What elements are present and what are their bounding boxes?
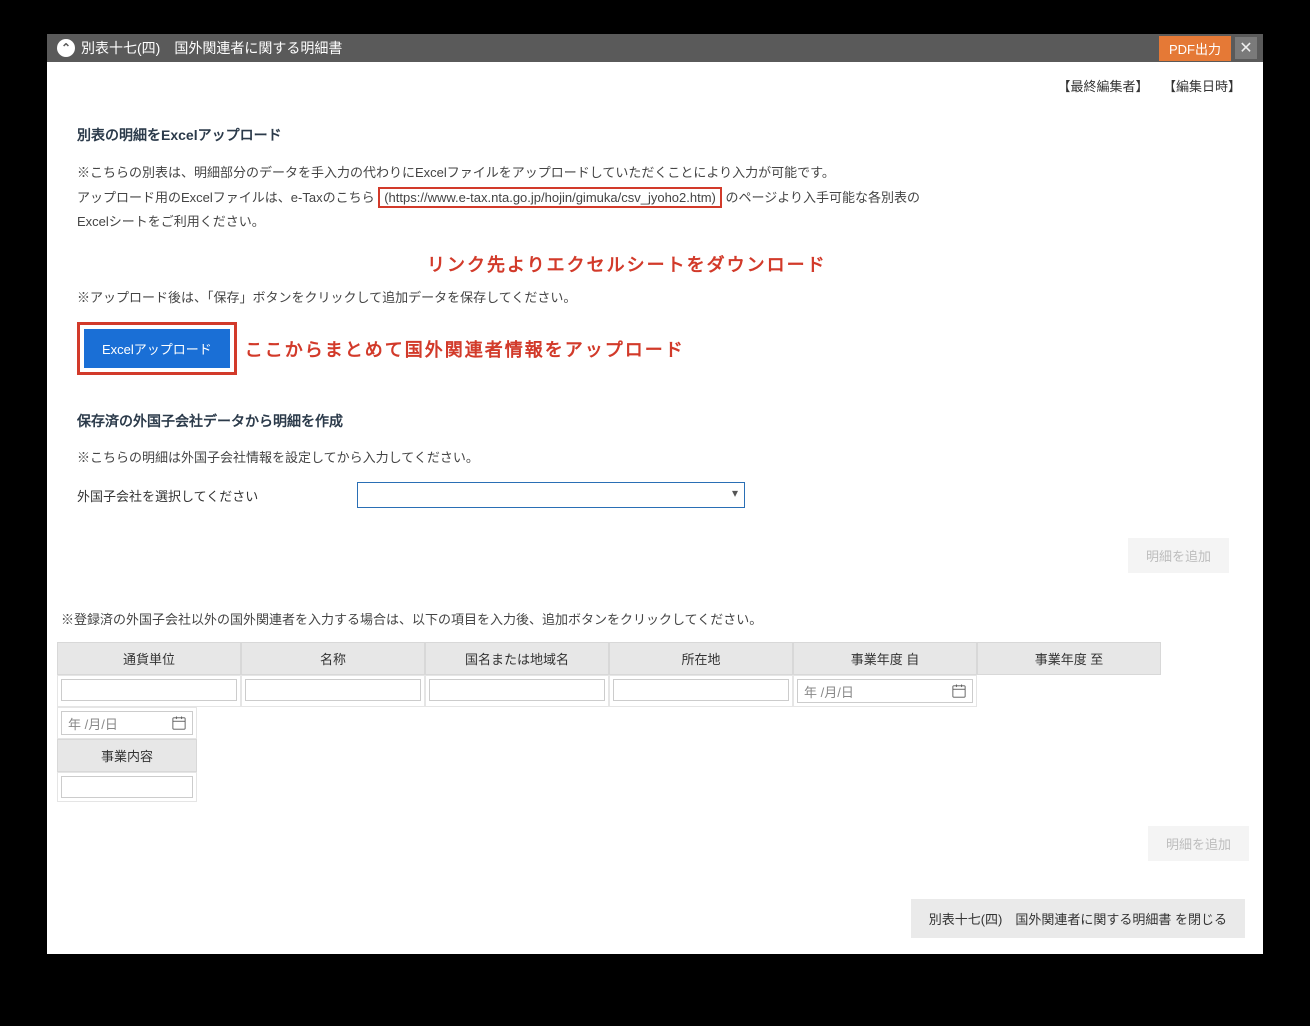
fyfrom-date-input[interactable]: 年 /月/日 <box>797 679 973 703</box>
subsidiary-select[interactable] <box>357 482 745 508</box>
annotation-download-link: リンク先よりエクセルシートをダウンロード <box>427 251 1233 277</box>
add-detail-button[interactable]: 明細を追加 <box>1128 538 1229 573</box>
country-input[interactable] <box>429 679 605 701</box>
fyfrom-placeholder: 年 /月/日 <box>804 682 854 701</box>
modal-title: 別表十七(四) 国外関連者に関する明細書 <box>81 38 1159 58</box>
manual-entry-table: 通貨単位 名称 国名または地域名 所在地 事業年度 自 事業年度 至 年 /月/… <box>57 642 1253 802</box>
cell-currency <box>57 675 241 707</box>
desc-line-2a: アップロード用のExcelファイルは、e-Taxのこちら <box>77 190 375 205</box>
calendar-icon <box>172 716 186 730</box>
header-address: 所在地 <box>609 642 793 675</box>
excel-upload-button[interactable]: Excelアップロード <box>84 329 230 368</box>
manual-entry-note: ※登録済の外国子会社以外の国外関連者を入力する場合は、以下の項目を入力後、追加ボ… <box>57 609 1253 628</box>
business-input[interactable] <box>61 776 193 798</box>
modal-header: ⌃ 別表十七(四) 国外関連者に関する明細書 PDF出力 ✕ <box>47 34 1263 62</box>
collapse-icon[interactable]: ⌃ <box>57 39 75 57</box>
fyto-placeholder: 年 /月/日 <box>68 714 118 733</box>
header-business: 事業内容 <box>57 739 197 772</box>
calendar-icon <box>952 684 966 698</box>
cell-fyfrom: 年 /月/日 <box>793 675 977 707</box>
header-name: 名称 <box>241 642 425 675</box>
subsidiary-note: ※こちらの明細は外国子会社情報を設定してから入力してください。 <box>77 447 1233 466</box>
last-editor-label: 【最終編集者】 <box>1058 79 1149 94</box>
address-input[interactable] <box>613 679 789 701</box>
fyto-date-input[interactable]: 年 /月/日 <box>61 711 193 735</box>
header-fyto: 事業年度 至 <box>977 642 1161 675</box>
subsidiary-select-label: 外国子会社を選択してください <box>77 486 357 505</box>
desc-line-1: ※こちらの別表は、明細部分のデータを手入力の代わりにExcelファイルをアップロ… <box>77 161 1233 186</box>
meta-row: 【最終編集者】 【編集日時】 <box>47 62 1263 95</box>
upload-save-note: ※アップロード後は、「保存」ボタンをクリックして追加データを保存してください。 <box>77 287 1233 306</box>
pdf-export-button[interactable]: PDF出力 <box>1159 36 1231 61</box>
currency-input[interactable] <box>61 679 237 701</box>
close-document-button[interactable]: 別表十七(四) 国外関連者に関する明細書 を閉じる <box>911 899 1245 938</box>
desc-line-2b: のページより入手可能な各別表の <box>726 190 920 205</box>
cell-name <box>241 675 425 707</box>
header-country: 国名または地域名 <box>425 642 609 675</box>
cell-fyto: 年 /月/日 <box>57 707 197 739</box>
upload-button-highlight: Excelアップロード <box>77 322 237 375</box>
cell-business <box>57 772 197 802</box>
annotation-upload-here: ここからまとめて国外関連者情報をアップロード <box>245 336 685 362</box>
modal-panel: ⌃ 別表十七(四) 国外関連者に関する明細書 PDF出力 ✕ 【最終編集者】 【… <box>47 34 1263 954</box>
edit-time-label: 【編集日時】 <box>1163 79 1241 94</box>
header-currency: 通貨単位 <box>57 642 241 675</box>
excel-upload-description: ※こちらの別表は、明細部分のデータを手入力の代わりにExcelファイルをアップロ… <box>77 161 1233 235</box>
excel-upload-heading: 別表の明細をExcelアップロード <box>77 125 1233 145</box>
etax-link[interactable]: (https://www.e-tax.nta.go.jp/hojin/gimuk… <box>378 187 722 208</box>
name-input[interactable] <box>245 679 421 701</box>
cell-address <box>609 675 793 707</box>
add-detail-button-2[interactable]: 明細を追加 <box>1148 826 1249 861</box>
desc-line-3: Excelシートをご利用ください。 <box>77 210 1233 235</box>
subsidiary-heading: 保存済の外国子会社データから明細を作成 <box>77 411 1233 431</box>
cell-country <box>425 675 609 707</box>
header-fyfrom: 事業年度 自 <box>793 642 977 675</box>
close-icon[interactable]: ✕ <box>1235 37 1257 59</box>
